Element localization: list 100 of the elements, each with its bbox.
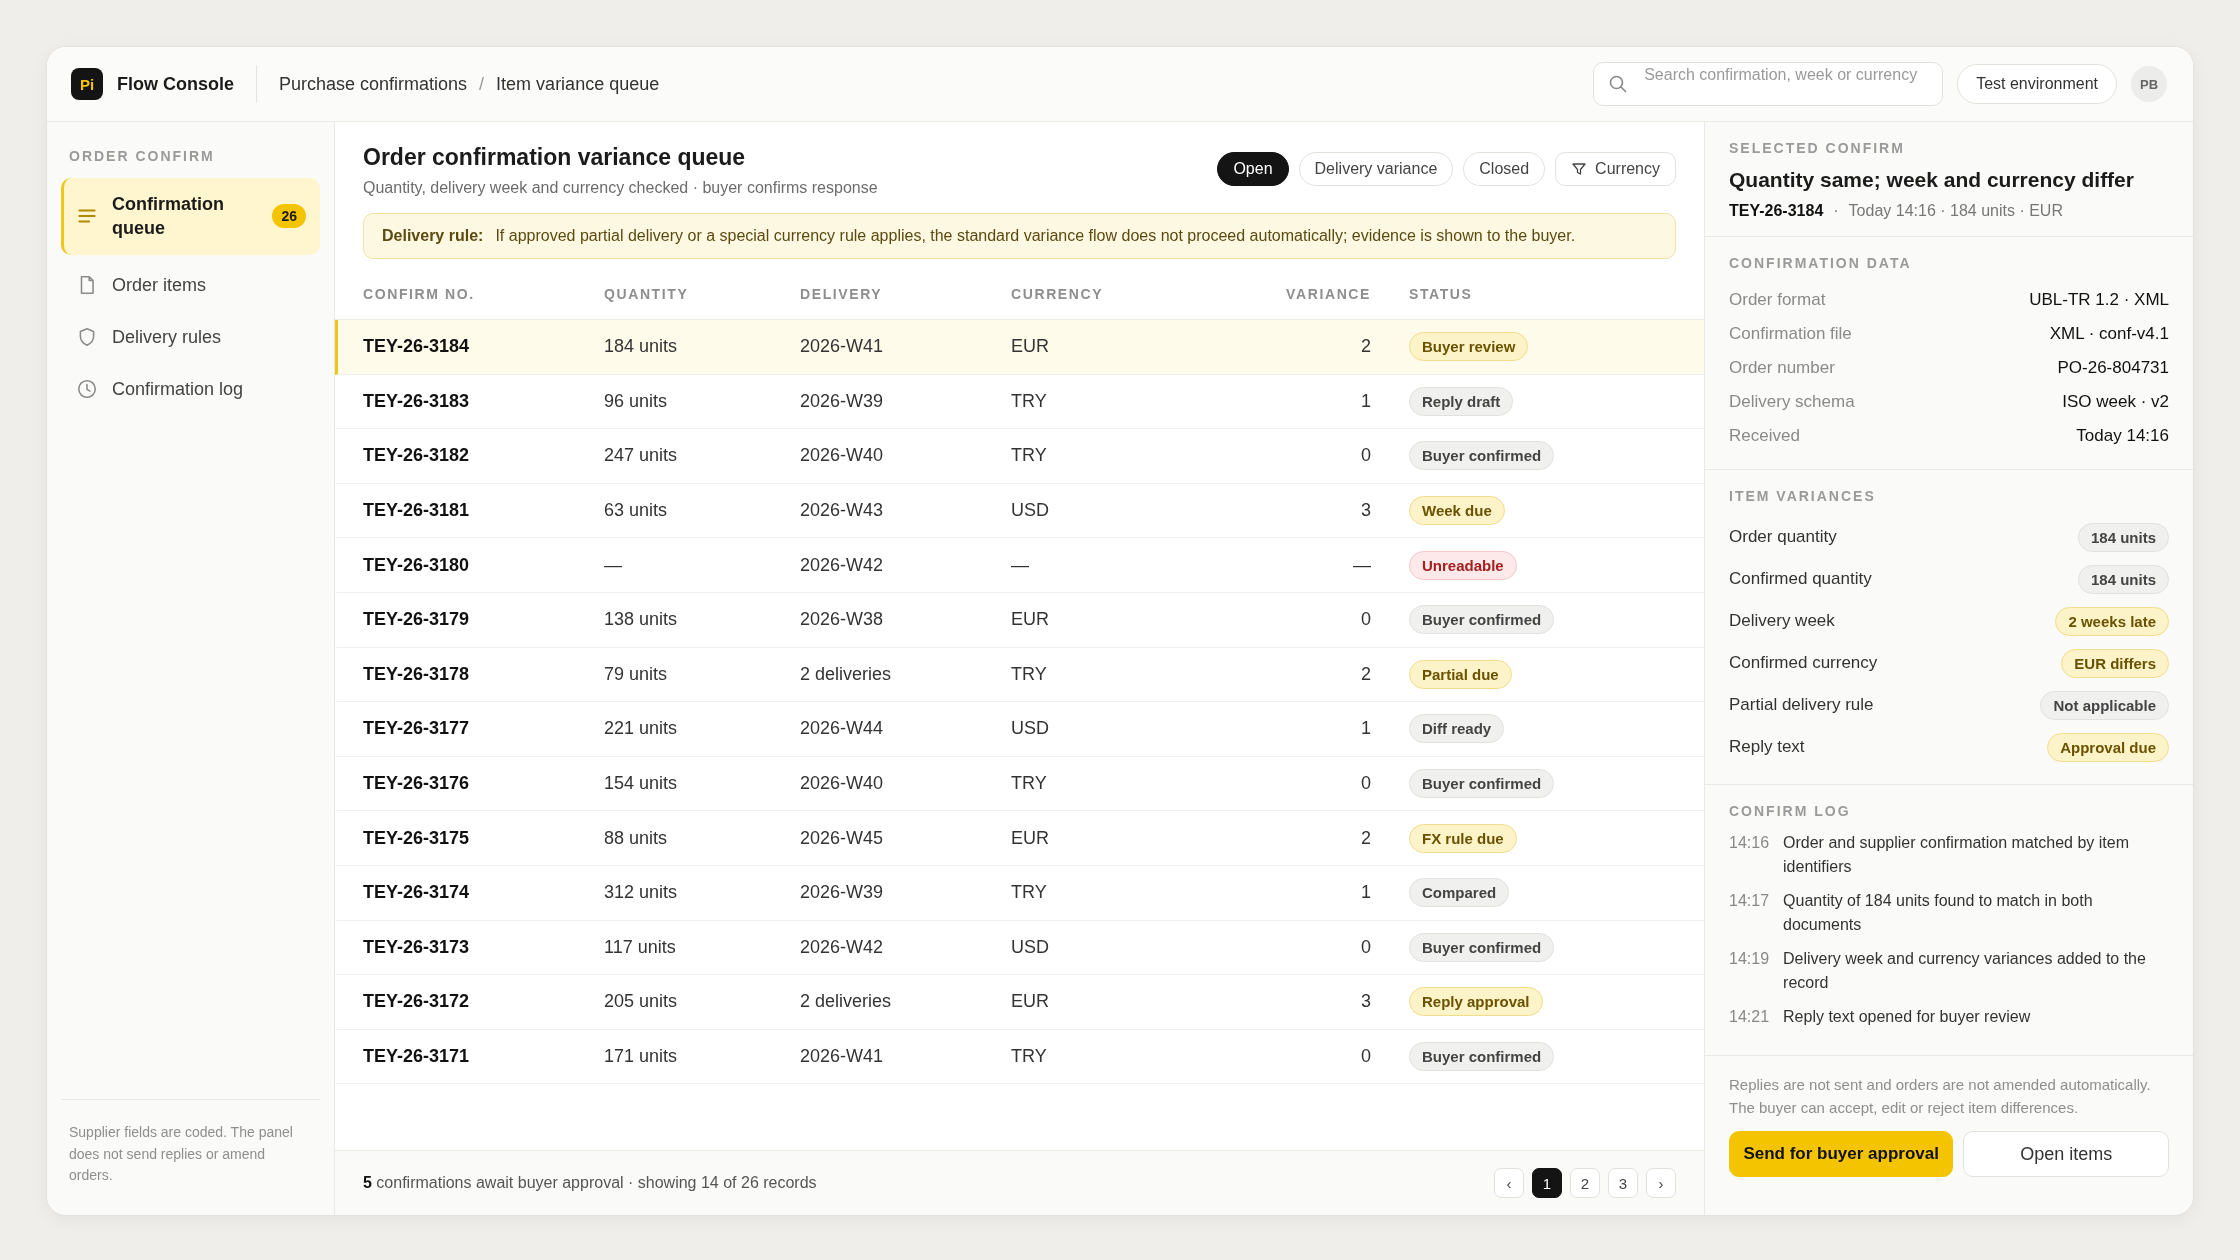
user-avatar[interactable]: PB bbox=[2131, 66, 2167, 102]
filter-chip[interactable]: Delivery variance bbox=[1298, 152, 1454, 186]
table-cell-text: 1 bbox=[1360, 718, 1371, 740]
page-subtitle: Quantity, delivery week and currency checked · buyer confirms response bbox=[363, 179, 879, 197]
filter-chip[interactable]: Currency bbox=[1555, 152, 1676, 186]
app-logo: Pi bbox=[71, 68, 103, 100]
table-cell-text: TRY bbox=[1011, 1046, 1048, 1067]
table-row[interactable]: TEY-26-3172 205 units 2 deliveries EUR 3 Reply approval bbox=[335, 975, 1704, 1030]
section-label: CONFIRMATION DATA bbox=[1729, 255, 1913, 271]
table-cell-text: TRY bbox=[1011, 663, 1048, 685]
table-row[interactable]: TEY-26-3174 312 units 2026-W39 TRY 1 Compared bbox=[335, 865, 1704, 921]
approval-button[interactable]: Send for buyer approval bbox=[1729, 1131, 1954, 1177]
variance-label: Order quantity bbox=[1729, 527, 1837, 547]
section-label: CONFIRM LOG bbox=[1729, 803, 1852, 819]
table-cell-text: 221 units bbox=[604, 718, 679, 740]
status-badge: Compared bbox=[1409, 878, 1510, 908]
breadcrumb-separator: / bbox=[479, 73, 485, 95]
table-cell-text: — bbox=[1011, 554, 1030, 576]
section-label: SELECTED CONFIRM bbox=[1729, 140, 1906, 156]
table-cell-text: EUR bbox=[1011, 991, 1050, 1013]
detail-title: Quantity same; week and currency differ bbox=[1729, 168, 2135, 192]
sidebar-item[interactable]: Confirmation queue 26 bbox=[61, 178, 320, 255]
variance-badge: 184 units bbox=[2077, 564, 2169, 594]
previous-page-button[interactable]: ‹ bbox=[1494, 1168, 1524, 1198]
page-button[interactable]: 3 bbox=[1608, 1168, 1638, 1198]
filter-chip[interactable]: Closed bbox=[1463, 152, 1546, 186]
table-row[interactable]: TEY-26-3176 154 units 2026-W40 TRY 0 Buyer confirmed bbox=[335, 756, 1704, 812]
status-badge: Buyer confirmed bbox=[1409, 1042, 1555, 1071]
table-row[interactable]: TEY-26-3182 247 units 2026-W40 TRY 0 Buyer confirmed bbox=[335, 429, 1704, 484]
next-page-button[interactable]: › bbox=[1646, 1168, 1676, 1198]
confirm-meta: Today 14:16 · 184 units · EUR bbox=[1848, 202, 2063, 220]
table-cell-text: 171 units bbox=[604, 1046, 679, 1067]
breadcrumb-link[interactable]: Purchase confirmations bbox=[279, 73, 468, 95]
table-cell-text: 79 units bbox=[604, 663, 669, 685]
field-value: UBL-TR 1.2 · XML bbox=[2029, 290, 2169, 310]
table-row[interactable]: TEY-26-3175 88 units 2026-W45 EUR 2 FX rule due bbox=[335, 811, 1704, 866]
field-value: ISO week · v2 bbox=[2062, 392, 2169, 412]
sidebar-item[interactable]: Order items bbox=[61, 262, 320, 307]
table-cell-text: 2 deliveries bbox=[800, 991, 893, 1013]
count-badge: 26 bbox=[272, 204, 306, 229]
table-cell-text: 184 units bbox=[604, 336, 679, 358]
table-cell-text: 2026-W42 bbox=[800, 554, 885, 576]
table-cell-text: 2026-W44 bbox=[800, 718, 885, 740]
table-cell-text: 247 units bbox=[604, 445, 679, 467]
status-badge: Week due bbox=[1409, 496, 1505, 526]
table-cell-text: TEY-26-3180 bbox=[363, 554, 471, 576]
environment-button[interactable]: Test environment bbox=[1957, 64, 2117, 104]
table-cell-text: 2026-W45 bbox=[800, 827, 885, 849]
variance-label: Partial delivery rule bbox=[1729, 695, 1874, 715]
status-badge: Unreadable bbox=[1409, 550, 1517, 580]
page-button[interactable]: 1 bbox=[1532, 1168, 1562, 1198]
table-cell-text: TRY bbox=[1011, 882, 1048, 904]
table-row[interactable]: TEY-26-3177 221 units 2026-W44 USD 1 Diff ready bbox=[335, 702, 1704, 757]
table-cell-text: 2026-W39 bbox=[800, 882, 885, 904]
table-cell-text: 63 units bbox=[604, 500, 669, 522]
section-label: ITEM VARIANCES bbox=[1729, 488, 1877, 504]
table-cell-text: TRY bbox=[1011, 445, 1048, 467]
table-cell-text: TEY-26-3182 bbox=[363, 445, 471, 467]
table-row[interactable]: TEY-26-3184 184 units 2026-W41 EUR 2 Buyer review bbox=[335, 320, 1704, 375]
table-row[interactable]: TEY-26-3180 — 2026-W42 — — Unreadable bbox=[335, 538, 1704, 593]
table-cell-text: 0 bbox=[1360, 609, 1371, 631]
variance-badge: EUR differs bbox=[2061, 648, 2169, 678]
table-row[interactable]: TEY-26-3181 63 units 2026-W43 USD 3 Week due bbox=[335, 483, 1704, 539]
status-badge: FX rule due bbox=[1409, 823, 1517, 853]
table-cell-text: 2026-W41 bbox=[800, 336, 885, 358]
table-cell-text: USD bbox=[1011, 500, 1050, 522]
table-cell-text: 117 units bbox=[604, 936, 677, 958]
column-header: DELIVERY bbox=[800, 286, 884, 302]
table-cell-text: TEY-26-3178 bbox=[363, 663, 471, 685]
table-row[interactable]: TEY-26-3173 117 units 2026-W42 USD 0 Buyer confirmed bbox=[335, 920, 1704, 976]
table-row[interactable]: TEY-26-3179 138 units 2026-W38 EUR 0 Buyer confirmed bbox=[335, 592, 1704, 648]
table-cell-text: TEY-26-3171 bbox=[363, 1046, 471, 1067]
records-summary: 5 confirmations await buyer approval · showing 14 of 26 records bbox=[363, 1174, 817, 1192]
sidebar-item[interactable]: Confirmation log bbox=[61, 367, 320, 412]
variance-badge: Not applicable bbox=[2040, 690, 2169, 720]
table-cell-text: — bbox=[1352, 554, 1371, 576]
sidebar-item[interactable]: Delivery rules bbox=[61, 314, 320, 360]
field-label: Order number bbox=[1729, 358, 1835, 378]
column-header: QUANTITY bbox=[604, 286, 690, 302]
variance-label: Reply text bbox=[1729, 737, 1805, 757]
field-label: Received bbox=[1729, 426, 1800, 446]
table-row[interactable]: TEY-26-3178 79 units 2 deliveries TRY 2 Partial due bbox=[335, 647, 1704, 703]
table-cell-text: 1 bbox=[1360, 390, 1371, 412]
column-header: CONFIRM NO. bbox=[363, 286, 476, 302]
table-cell-text: 205 units bbox=[604, 991, 679, 1013]
status-badge: Buyer confirmed bbox=[1409, 769, 1555, 799]
section-label: ORDER CONFIRM bbox=[69, 148, 216, 164]
open-items-button[interactable]: Open items bbox=[1963, 1131, 2169, 1177]
table-row[interactable]: TEY-26-3171 171 units 2026-W41 TRY 0 Buyer confirmed bbox=[335, 1029, 1704, 1085]
status-badge: Buyer review bbox=[1409, 332, 1529, 362]
table-cell-text: TRY bbox=[1011, 390, 1048, 412]
status-badge: Reply draft bbox=[1409, 386, 1514, 416]
table-cell-text: 2 bbox=[1360, 663, 1371, 685]
field-label: Confirmation file bbox=[1729, 324, 1852, 344]
table-cell-text: TEY-26-3177 bbox=[363, 718, 471, 740]
page-button[interactable]: 2 bbox=[1570, 1168, 1600, 1198]
table-row[interactable]: TEY-26-3183 96 units 2026-W39 TRY 1 Reply draft bbox=[335, 374, 1704, 430]
filter-chip[interactable]: Open bbox=[1217, 152, 1289, 186]
table-cell-text: TEY-26-3183 bbox=[363, 390, 471, 412]
search-field[interactable]: Search confirmation, week or currency bbox=[1593, 62, 1944, 106]
